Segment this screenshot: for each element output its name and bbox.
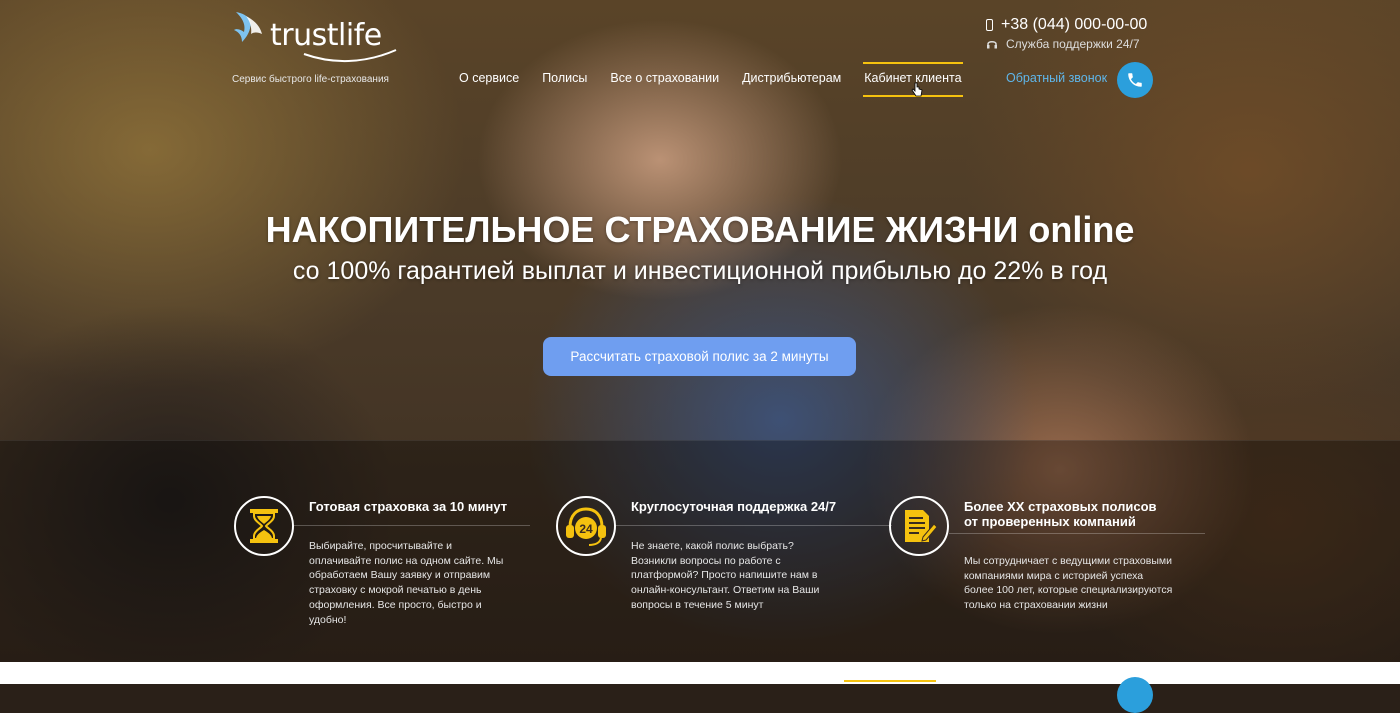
- hero-title: НАКОПИТЕЛЬНОЕ СТРАХОВАНИЕ ЖИЗНИ online: [265, 209, 1135, 250]
- hourglass-icon: [250, 509, 278, 543]
- feature-title: Круглосуточная поддержка 24/7: [631, 499, 837, 514]
- feature-text: Выбирайте, просчитывайте и оплачивайте п…: [309, 540, 504, 626]
- feature-icon-circle: [889, 496, 949, 556]
- phone-number[interactable]: +38 (044) 000-00-00: [1001, 16, 1147, 34]
- call-button-secondary[interactable]: [1117, 677, 1153, 713]
- next-section-strip: [0, 662, 1400, 713]
- feature-title: Более XX страховых полисов от проверенны…: [964, 499, 1157, 529]
- headset-icon: [987, 41, 997, 49]
- feature-divider: [294, 525, 530, 526]
- feature-divider: [949, 533, 1205, 534]
- nav-item-insurance-info[interactable]: Все о страховании: [610, 71, 719, 87]
- support-text: Служба поддержки 24/7: [1006, 37, 1140, 51]
- feature-text: Не знаете, какой полис выбрать? Возникли…: [631, 540, 820, 611]
- call-button[interactable]: [1117, 62, 1153, 98]
- feature-text: Мы сотрудничает с ведущими страховыми ко…: [964, 555, 1173, 612]
- phone-row[interactable]: +38 (044) 000-00-00: [986, 16, 1156, 34]
- logo-tagline: Сервис быстрого life-страхования: [232, 74, 389, 85]
- nav-item-about[interactable]: О сервисе: [459, 71, 519, 87]
- feature-icon-circle: 24: [556, 496, 616, 556]
- contact-block: +38 (044) 000-00-00 Служба поддержки 24/…: [986, 16, 1156, 51]
- headset-badge-text: 24: [579, 522, 593, 536]
- feature-divider: [616, 525, 892, 526]
- callback-link[interactable]: Обратный звонок: [1006, 71, 1107, 85]
- phone-handset-icon: [1128, 73, 1142, 87]
- calculate-policy-button[interactable]: Рассчитать страховой полис за 2 минуты: [543, 337, 856, 376]
- feature-title: Готовая страховка за 10 минут: [309, 499, 508, 514]
- hero-section: trustlife Сервис быстрого life-страхован…: [0, 0, 1400, 662]
- feature-title-line1: Более XX страховых полисов: [964, 499, 1157, 514]
- hand-cursor-icon: [911, 82, 923, 97]
- hero-subtitle: со 100% гарантией выплат и инвестиционно…: [292, 257, 1108, 285]
- active-nav-indicator: [844, 680, 936, 682]
- document-pen-icon: [905, 510, 937, 542]
- logo[interactable]: trustlife Сервис быстрого life-страхован…: [232, 8, 402, 88]
- main-nav: О сервисе Полисы Все о страховании Дистр…: [459, 62, 985, 97]
- feature-icon-circle: [234, 496, 294, 556]
- hand-swoosh-icon: [303, 49, 397, 62]
- bird-logo-icon: [234, 12, 262, 42]
- nav-item-distributors[interactable]: Дистрибьютерам: [742, 71, 841, 87]
- mobile-phone-icon: [986, 19, 993, 31]
- nav-item-policies[interactable]: Полисы: [542, 71, 587, 87]
- feature-title-line2: от проверенных компаний: [964, 514, 1136, 529]
- support-row: Служба поддержки 24/7: [986, 37, 1156, 51]
- headset-24-icon: 24: [566, 507, 606, 546]
